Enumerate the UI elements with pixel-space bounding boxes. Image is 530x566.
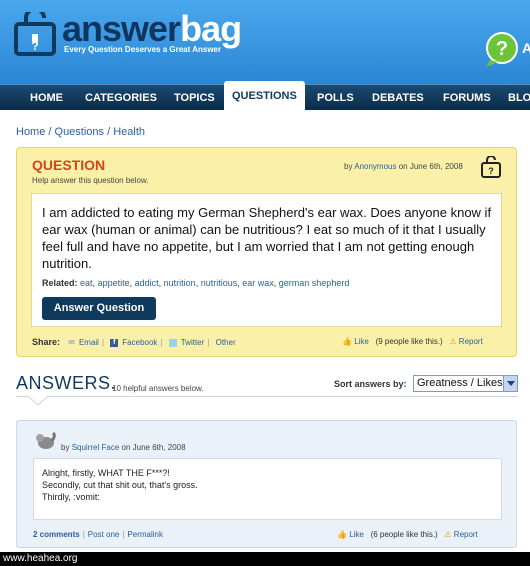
watermark-bar: www.heahea.org [0,552,530,566]
permalink-link[interactable]: Permalink [127,530,163,539]
answer-question-button[interactable]: Answer Question [42,297,156,320]
svg-text:?: ? [488,166,494,176]
answer-like-bar: 👍 Like (6 people like this.) ⚠ Report [337,530,478,539]
question-report-link[interactable]: Report [459,337,483,346]
svg-text:?: ? [31,39,38,53]
question-label: QUESTION [32,157,106,173]
nav-debates[interactable]: DEBATES [372,85,424,111]
share-email-link[interactable]: Email [79,338,99,347]
related-label: Related: [42,278,78,288]
twitter-icon [168,338,177,347]
byline-prefix: by [61,443,70,452]
nav-topics[interactable]: TOPICS [174,85,215,111]
email-icon: ✉ [68,338,75,347]
sort-selected-value: Greatness / Likes [417,377,503,389]
answer-report-link[interactable]: Report [454,530,478,539]
answer-footer-links: 2 comments | Post one | Permalink [33,530,163,539]
chevron-down-icon[interactable] [503,376,517,391]
facebook-icon: f [110,338,119,347]
logo-wordmark: answerbag [62,8,242,49]
question-body: I am addicted to eating my German Shephe… [31,193,502,327]
answer-author-link[interactable]: Squirrel Face [72,443,120,452]
post-one-link[interactable]: Post one [88,530,120,539]
nav-blog[interactable]: BLO [508,85,530,111]
question-text: I am addicted to eating my German Shephe… [42,205,492,271]
answer-line: Thirdly, :vomit: [42,492,100,502]
main-nav: HOME CATEGORIES TOPICS QUESTIONS POLLS D… [0,81,530,111]
share-facebook-link[interactable]: Facebook [122,338,157,347]
answer-line: Secondly, cut that shit out, that's gros… [42,480,198,490]
warning-icon: ⚠ [444,530,452,539]
nav-home[interactable]: HOME [30,85,63,111]
help-label[interactable]: A [522,40,530,56]
answerbag-logo[interactable]: ? answerbag Every Question Deserves a Gr… [14,8,244,60]
warning-icon: ⚠ [449,337,457,346]
logo-tagline: Every Question Deserves a Great Answer [64,45,222,54]
answer-like-link[interactable]: Like [349,530,364,539]
question-sublabel: Help answer this question below. [32,176,149,185]
answers-divider [16,396,518,397]
tag-link[interactable]: appetite [98,278,130,288]
answer-line: Alright, firstly, WHAT THE F***?! [42,468,170,478]
thumbs-up-icon: 👍 [342,337,352,346]
bag-question-icon: ? [481,156,501,178]
answer-card: by Squirrel Face on June 6th, 2008 Alrig… [16,420,517,548]
answers-count: 10 helpful answers below. [112,384,204,393]
sort-label: Sort answers by: [334,379,407,389]
tag-link[interactable]: nutrition [164,278,196,288]
answers-title: ANSWERS. [16,373,117,393]
nav-forums[interactable]: FORUMS [443,85,491,111]
question-author-link[interactable]: Anonymous [354,162,396,171]
byline-prefix: by [344,162,353,171]
divider-notch [28,396,48,406]
question-like-link[interactable]: Like [354,337,369,346]
logo-bag-icon: ? [14,12,56,56]
avatar[interactable] [34,431,56,451]
breadcrumb[interactable]: Home / Questions / Health [16,126,145,138]
answer-like-count: (6 people like this.) [370,530,438,539]
svg-text:?: ? [496,38,508,60]
site-header: ? answerbag Every Question Deserves a Gr… [0,0,530,84]
comments-link[interactable]: 2 comments [33,530,80,539]
answer-date: on June 6th, 2008 [121,443,186,452]
share-other-link[interactable]: Other [216,338,236,347]
tag-link[interactable]: german shepherd [279,278,350,288]
related-tags: Related: eat, appetite, addict, nutritio… [42,278,350,288]
question-date: on June 6th, 2008 [398,162,463,171]
tag-link[interactable]: addict [135,278,159,288]
thumbs-up-icon: 👍 [337,530,347,539]
tag-link[interactable]: ear wax [242,278,274,288]
nav-questions[interactable]: QUESTIONS [224,81,305,111]
nav-polls[interactable]: POLLS [317,85,354,111]
tag-link[interactable]: nutritious [201,278,238,288]
tag-link[interactable]: eat [80,278,93,288]
answer-body: Alright, firstly, WHAT THE F***?! Second… [33,458,502,520]
nav-categories[interactable]: CATEGORIES [85,85,157,111]
question-like-bar: 👍 Like (9 people like this.) ⚠ Report [342,337,483,346]
answer-text: Alright, firstly, WHAT THE F***?! Second… [42,467,198,503]
question-byline: by Anonymous on June 6th, 2008 [344,162,463,171]
sort-dropdown[interactable]: Greatness / Likes [413,375,518,392]
share-bar: Share: ✉ Email | f Facebook | Twitter | Other [32,337,236,347]
question-like-count: (9 people like this.) [375,337,443,346]
share-label: Share: [32,337,61,347]
share-twitter-link[interactable]: Twitter [181,338,205,347]
question-box: QUESTION Help answer this question below… [16,147,517,357]
watermark-text: www.heahea.org [3,553,78,564]
answer-byline: by Squirrel Face on June 6th, 2008 [61,443,186,452]
